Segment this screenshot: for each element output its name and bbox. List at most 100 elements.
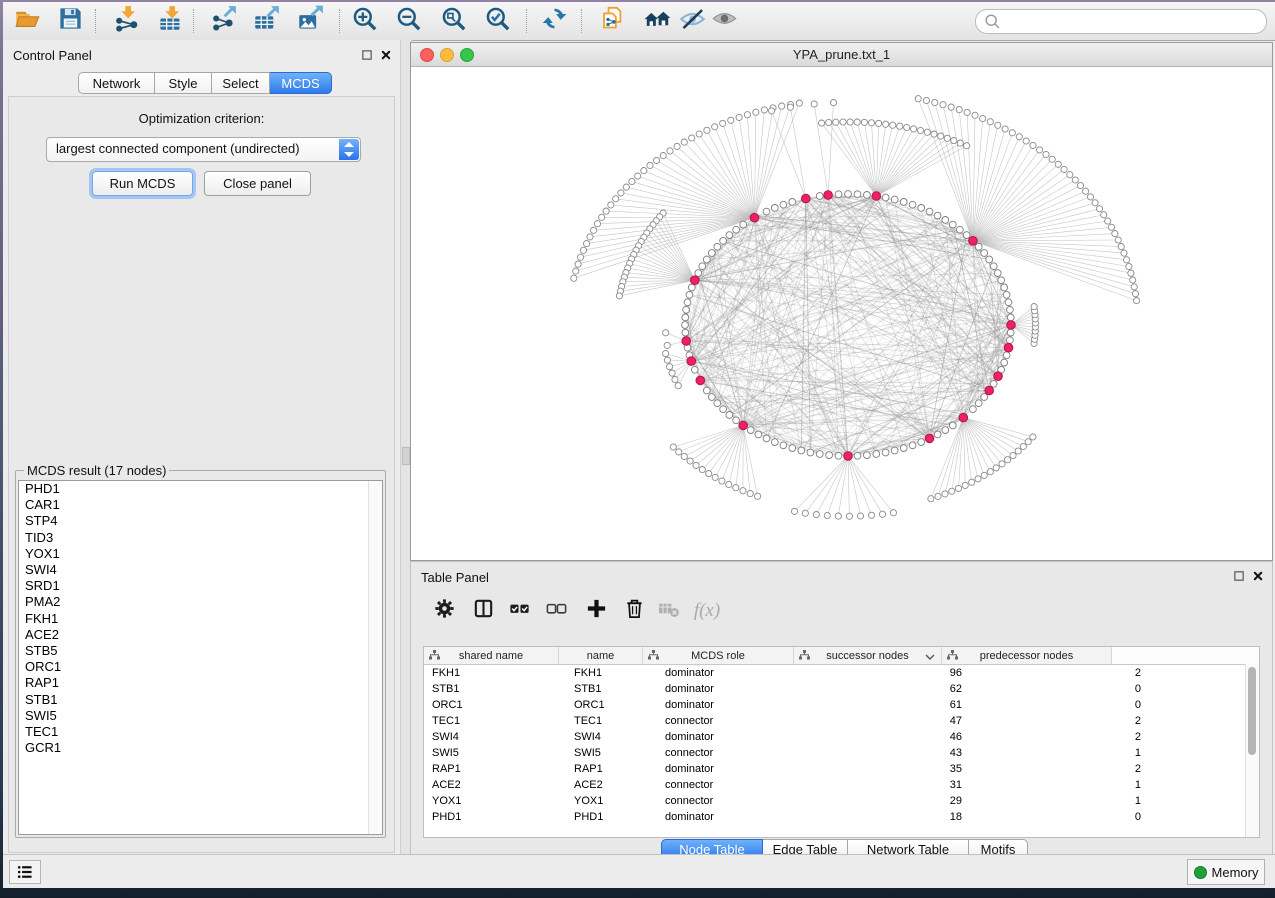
mcds-result-item[interactable]: PHD1 <box>19 481 382 497</box>
column-header-MCDS-role[interactable]: MCDS role <box>643 647 794 664</box>
task-history-button[interactable] <box>9 860 41 884</box>
column-header-shared-name[interactable]: shared name <box>424 647 559 664</box>
delete-button[interactable] <box>617 594 651 628</box>
cell-name: STB1 <box>566 681 657 697</box>
mcds-result-item[interactable]: YOX1 <box>19 546 382 562</box>
mcds-list-scrollbar[interactable] <box>368 481 382 834</box>
search-input[interactable] <box>1003 12 1266 31</box>
export-image-button[interactable] <box>293 5 327 37</box>
table-row[interactable]: ACE2ACE2connector311 <box>424 777 1259 793</box>
cell-predecessor-nodes: 2 <box>972 665 1151 681</box>
tab-select[interactable]: Select <box>212 72 270 94</box>
mcds-result-title: MCDS result (17 nodes) <box>24 463 169 478</box>
open-button[interactable] <box>10 5 44 37</box>
mcds-result-item[interactable]: STB1 <box>19 692 382 708</box>
mcds-result-item[interactable]: ORC1 <box>19 659 382 675</box>
mcds-result-item[interactable]: STB5 <box>19 643 382 659</box>
refresh-button[interactable] <box>537 5 571 37</box>
network-canvas[interactable] <box>411 67 1272 560</box>
zoom-out-button[interactable] <box>391 5 425 37</box>
table-row[interactable]: SWI5SWI5connector431 <box>424 745 1259 761</box>
column-label: MCDS role <box>691 650 745 662</box>
tab-mcds[interactable]: MCDS <box>270 72 332 94</box>
mcds-result-item[interactable]: RAP1 <box>19 675 382 691</box>
application-window: Control Panel NetworkStyleSelectMCDS Opt… <box>3 2 1275 888</box>
deselect-all-button[interactable] <box>539 594 573 628</box>
select-stepper-icon <box>339 139 359 160</box>
table-row[interactable]: TEC1TEC1connector472 <box>424 713 1259 729</box>
select-all-button[interactable] <box>502 594 536 628</box>
deselect-all-icon <box>545 597 568 625</box>
new-network-from-selection-button[interactable] <box>595 5 629 37</box>
toolbar-separator <box>339 9 340 33</box>
cell-MCDS-role: connector <box>657 713 815 729</box>
cell-shared-name: TEC1 <box>424 713 566 729</box>
memory-button[interactable]: Memory <box>1187 859 1265 885</box>
cell-successor-nodes: 62 <box>815 681 972 697</box>
show-all-button[interactable] <box>707 5 741 37</box>
table-row[interactable]: STB1STB1dominator620 <box>424 681 1259 697</box>
close-table-panel-icon[interactable] <box>1250 568 1266 583</box>
column-header-successor-nodes[interactable]: successor nodes <box>794 647 942 664</box>
columns-icon <box>472 597 495 625</box>
mcds-result-group: MCDS result (17 nodes) PHD1CAR1STP4TID3Y… <box>15 463 386 838</box>
export-network-button[interactable] <box>206 5 240 37</box>
table-row[interactable]: FKH1FKH1dominator962 <box>424 665 1259 681</box>
mcds-result-item[interactable]: CAR1 <box>19 497 382 513</box>
export-table-button[interactable] <box>249 5 283 37</box>
mcds-result-item[interactable]: TID3 <box>19 530 382 546</box>
table-panel: Table Panel f(x) shared namenameMCDS rol… <box>410 561 1273 855</box>
show-all-icon <box>711 5 738 37</box>
column-header-predecessor-nodes[interactable]: predecessor nodes <box>942 647 1112 664</box>
mcds-result-item[interactable]: STP4 <box>19 513 382 529</box>
settings-button[interactable] <box>427 594 461 628</box>
table-row[interactable]: PHD1PHD1dominator180 <box>424 809 1259 825</box>
table-row[interactable]: SWI4SWI4dominator462 <box>424 729 1259 745</box>
import-table-button[interactable] <box>153 5 187 37</box>
columns-button[interactable] <box>466 594 500 628</box>
column-label: shared name <box>459 650 523 662</box>
mcds-result-item[interactable]: PMA2 <box>19 594 382 610</box>
cell-shared-name: ACE2 <box>424 777 566 793</box>
float-table-panel-icon[interactable] <box>1231 568 1247 583</box>
save-button[interactable] <box>53 5 87 37</box>
zoom-selected-button[interactable] <box>480 5 514 37</box>
close-panel-icon[interactable] <box>378 47 394 62</box>
table-row[interactable]: ORC1ORC1dominator610 <box>424 697 1259 713</box>
optimization-criterion-select[interactable]: largest connected component (undirected) <box>46 137 361 162</box>
mcds-result-item[interactable]: GCR1 <box>19 740 382 756</box>
close-panel-button[interactable]: Close panel <box>204 171 311 196</box>
tab-style[interactable]: Style <box>155 72 212 94</box>
mcds-result-item[interactable]: SRD1 <box>19 578 382 594</box>
select-all-icon <box>508 597 531 625</box>
mcds-result-item[interactable]: SWI5 <box>19 708 382 724</box>
cell-successor-nodes: 31 <box>815 777 972 793</box>
table-scrollbar-thumb[interactable] <box>1248 667 1256 755</box>
table-row[interactable]: RAP1RAP1dominator352 <box>424 761 1259 777</box>
float-panel-icon[interactable] <box>359 47 375 62</box>
cell-predecessor-nodes: 1 <box>972 793 1151 809</box>
import-network-button[interactable] <box>109 5 143 37</box>
column-tree-icon <box>648 650 659 663</box>
table-row[interactable]: YOX1YOX1connector291 <box>424 793 1259 809</box>
hide-selected-button[interactable] <box>675 5 709 37</box>
column-label: predecessor nodes <box>980 650 1074 662</box>
delete-table-button <box>651 594 685 628</box>
control-panel-tabs: NetworkStyleSelectMCDS <box>78 72 332 94</box>
cell-name: SWI4 <box>566 729 657 745</box>
mcds-result-item[interactable]: SWI4 <box>19 562 382 578</box>
network-window-titlebar[interactable]: YPA_prune.txt_1 <box>411 43 1272 67</box>
table-scrollbar[interactable] <box>1245 664 1259 837</box>
cell-predecessor-nodes: 2 <box>972 729 1151 745</box>
run-mcds-button[interactable]: Run MCDS <box>92 171 193 196</box>
column-header-name[interactable]: name <box>559 647 643 664</box>
mcds-result-item[interactable]: TEC1 <box>19 724 382 740</box>
mcds-result-item[interactable]: ACE2 <box>19 627 382 643</box>
mcds-result-item[interactable]: FKH1 <box>19 611 382 627</box>
add-button[interactable] <box>579 594 613 628</box>
first-neighbors-button[interactable] <box>640 5 674 37</box>
splitter-handle[interactable] <box>402 447 410 465</box>
zoom-fit-button[interactable] <box>436 5 470 37</box>
tab-network[interactable]: Network <box>78 72 155 94</box>
zoom-in-button[interactable] <box>347 5 381 37</box>
